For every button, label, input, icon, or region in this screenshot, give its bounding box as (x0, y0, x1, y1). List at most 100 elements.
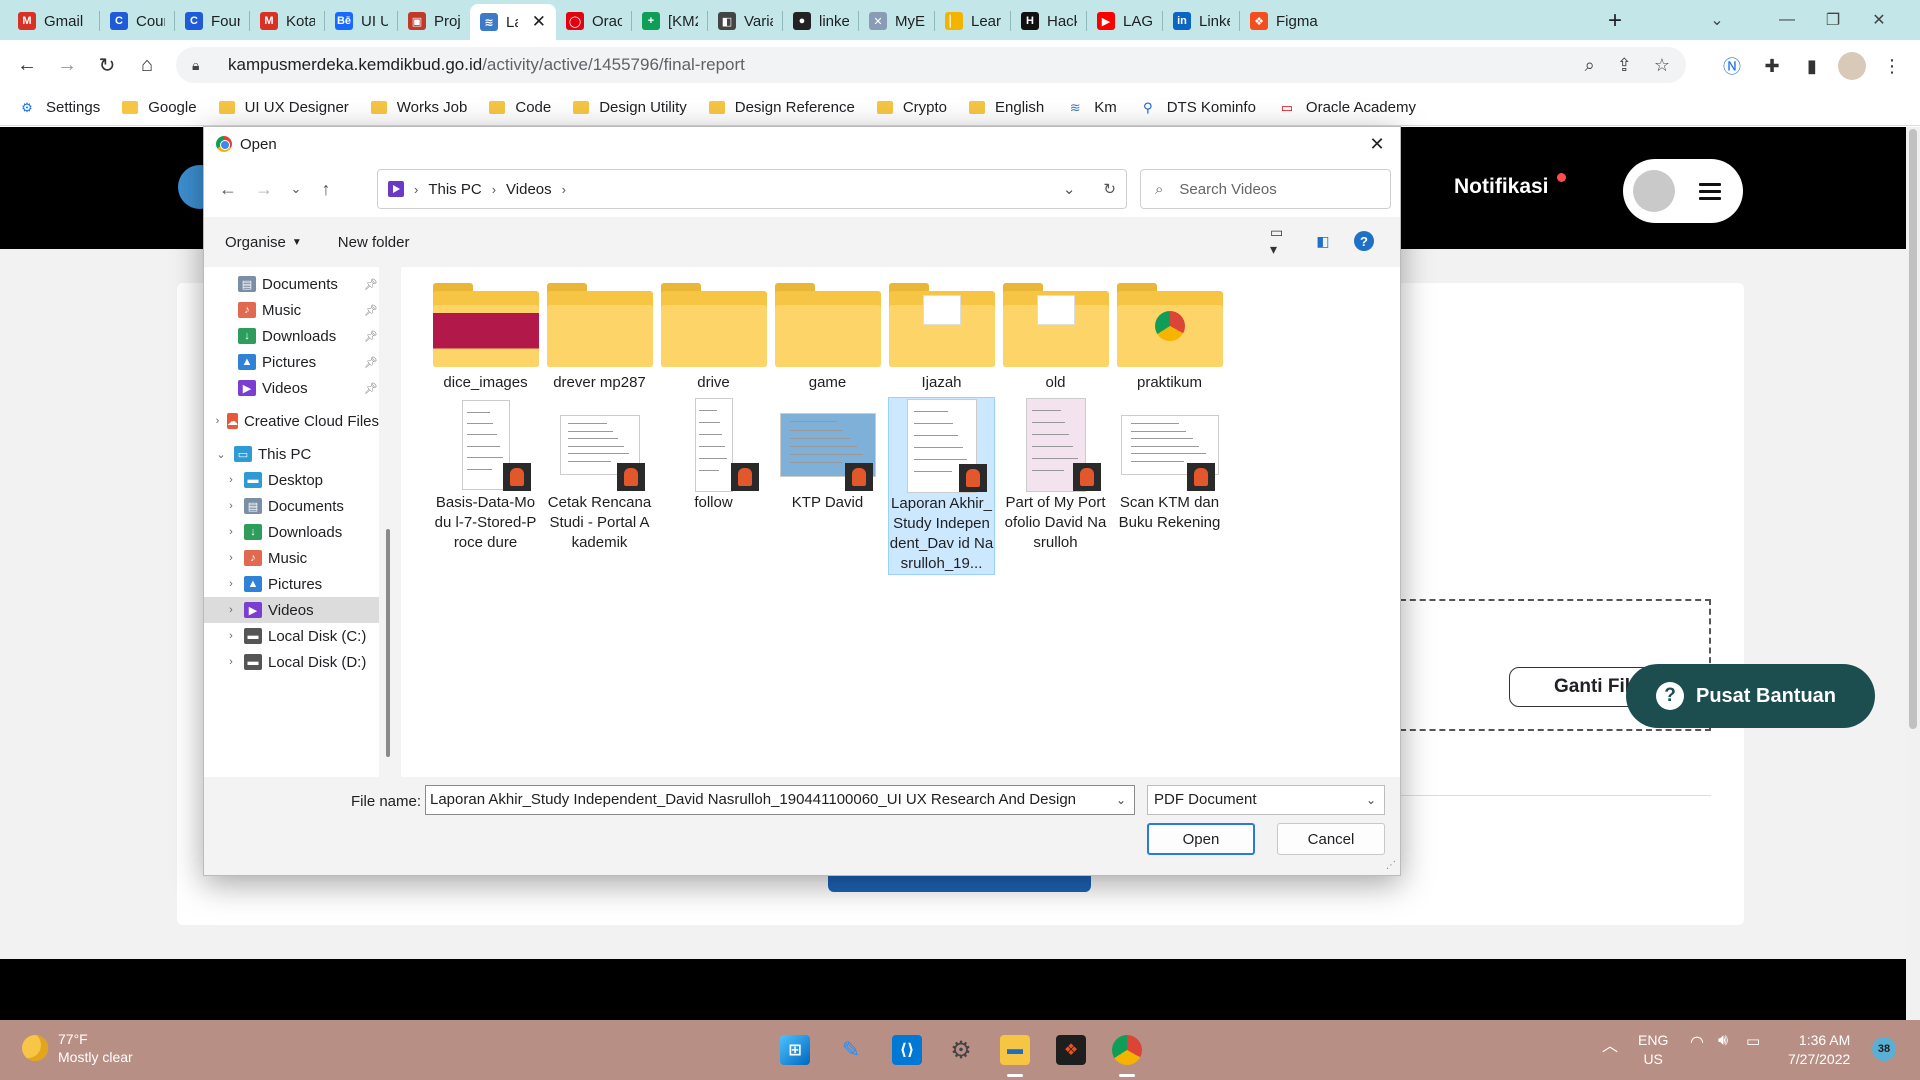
browser-tab[interactable]: M Gmail (8, 6, 100, 36)
vscode-icon[interactable]: ⟨⟩ (892, 1035, 922, 1065)
chevron-right-icon[interactable]: › (224, 604, 238, 616)
browser-tab[interactable]: H Hacke (1011, 6, 1087, 36)
browser-tab[interactable]: C Cours (100, 6, 175, 36)
hamburger-menu-icon[interactable] (1699, 183, 1721, 204)
nav-item-pictures[interactable]: › ▲ Pictures (204, 571, 379, 597)
location-breadcrumb[interactable]: › This PC › Videos › ⌄ ↻ (377, 169, 1127, 209)
nav-item-videos[interactable]: › ▶ Videos (204, 597, 379, 623)
nav-item-local-disk-c[interactable]: › ▬ Local Disk (C:) (204, 623, 379, 649)
folder-item[interactable]: Ijazah (888, 277, 995, 393)
nav-item-local-disk-d[interactable]: › ▬ Local Disk (D:) (204, 649, 379, 675)
share-icon[interactable]: ⇪ (1617, 55, 1632, 76)
nav-item-music[interactable]: ♪ Music 📌︎ (204, 297, 379, 323)
nav-item-documents[interactable]: › ▤ Documents (204, 493, 379, 519)
close-tab-icon[interactable]: ✕ (532, 12, 546, 32)
chevron-right-icon[interactable]: › (224, 578, 238, 590)
bookmark-works-job[interactable]: Works Job (370, 99, 467, 116)
puzzle-icon[interactable]: ✚ (1758, 52, 1786, 80)
side-panel-icon[interactable]: ▮ (1798, 52, 1826, 80)
bookmark-english[interactable]: English (969, 99, 1044, 116)
pdf-file-item[interactable]: KTP David (774, 397, 881, 513)
browser-tab[interactable]: ● linked (783, 6, 859, 36)
browser-tab[interactable]: ▶ LAGU (1087, 6, 1163, 36)
wifi-icon[interactable]: ◠ (1690, 1032, 1704, 1052)
battery-icon[interactable]: ▭ (1746, 1032, 1760, 1050)
new-folder-button[interactable]: New folder (338, 234, 410, 251)
nav-item-downloads[interactable]: ↓ Downloads 📌︎ (204, 323, 379, 349)
help-icon[interactable]: ? (1354, 231, 1374, 251)
weather-widget[interactable]: 77°F Mostly clear (22, 1030, 133, 1066)
recent-locations-icon[interactable]: ⌄ (282, 175, 310, 203)
browser-tab[interactable]: ❖ Figma (1240, 6, 1332, 36)
nav-item-music[interactable]: › ♪ Music (204, 545, 379, 571)
forward-arrow-icon[interactable]: → (250, 175, 278, 203)
browser-tab[interactable]: in Linked (1163, 6, 1240, 36)
view-mode-icon[interactable]: ▭ ▾ (1270, 224, 1292, 257)
nav-item-documents[interactable]: ▤ Documents 📌︎ (204, 271, 379, 297)
nav-item-videos[interactable]: ▶ Videos 📌︎ (204, 375, 379, 401)
file-explorer-icon[interactable]: ▬ (1000, 1035, 1030, 1065)
up-arrow-icon[interactable]: ↑ (312, 175, 340, 203)
clock[interactable]: 1:36 AM 7/27/2022 (1788, 1031, 1850, 1069)
open-button[interactable]: Open (1147, 823, 1255, 855)
bookmark-code[interactable]: Code (489, 99, 551, 116)
browser-tab[interactable]: Bē UI UX (325, 6, 398, 36)
reload-button[interactable]: ↻ (92, 50, 122, 80)
file-type-select[interactable]: PDF Document ⌄ (1147, 785, 1385, 815)
file-name-input[interactable]: Laporan Akhir_Study Independent_David Na… (425, 785, 1135, 815)
dialog-close-button[interactable]: ✕ (1362, 129, 1392, 159)
chevron-down-icon[interactable]: ⌄ (1063, 180, 1076, 198)
chevron-right-icon[interactable]: › (224, 630, 238, 642)
app-pen-icon[interactable]: ✎ (836, 1035, 866, 1065)
bookmark-settings[interactable]: ⚙ Settings (18, 99, 100, 117)
nav-item-pictures[interactable]: ▲ Pictures 📌︎ (204, 349, 379, 375)
close-window-button[interactable]: ✕ (1856, 0, 1902, 40)
browser-tab[interactable]: C Found (175, 6, 250, 36)
pdf-file-item[interactable]: Cetak Rencana Studi - Portal Akademik (546, 397, 653, 553)
language-indicator[interactable]: ENG US (1638, 1031, 1668, 1069)
folder-item[interactable]: game (774, 277, 881, 393)
navigation-scrollbar[interactable] (384, 267, 392, 777)
pdf-file-item[interactable]: Laporan Akhir_Study Independent_Dav id N… (888, 397, 995, 575)
chevron-right-icon[interactable]: › (224, 500, 238, 512)
forward-button[interactable]: → (52, 50, 82, 80)
breadcrumb-videos[interactable]: Videos (506, 181, 552, 198)
notification-count-badge[interactable]: 38 (1872, 1037, 1896, 1061)
extension-icon[interactable]: Ⓝ (1718, 52, 1746, 80)
pdf-file-item[interactable]: follow (660, 397, 767, 513)
bookmark-oracle-academy[interactable]: ▭ Oracle Academy (1278, 99, 1416, 117)
address-bar[interactable]: 🔒︎ kampusmerdeka.kemdikbud.go.id/activit… (176, 47, 1686, 83)
profile-avatar-icon[interactable] (1838, 52, 1866, 80)
help-center-button[interactable]: ? Pusat Bantuan (1626, 664, 1875, 728)
nav-item-creative-cloud-files[interactable]: › ☁ Creative Cloud Files (204, 408, 379, 434)
folder-item[interactable]: drever mp287 (546, 277, 653, 393)
folder-item[interactable]: praktikum (1116, 277, 1223, 393)
chevron-down-icon[interactable]: ⌄ (214, 448, 228, 461)
nav-item-desktop[interactable]: › ▬ Desktop (204, 467, 379, 493)
bookmark-km[interactable]: ≋ Km (1066, 99, 1117, 117)
browser-tab[interactable]: ◧ Varian (708, 6, 783, 36)
volume-icon[interactable]: 🔊︎ (1718, 1032, 1728, 1050)
nav-item-this-pc[interactable]: ⌄ ▭ This PC (204, 441, 379, 467)
browser-tab[interactable]: M Kotak (250, 6, 325, 36)
chevron-right-icon[interactable]: › (224, 656, 238, 668)
bookmark-design-utility[interactable]: Design Utility (573, 99, 687, 116)
tab-search-icon[interactable]: ⌄ (1694, 0, 1740, 40)
profile-menu[interactable] (1623, 159, 1743, 223)
bookmark-dts-kominfo[interactable]: ⚲ DTS Kominfo (1139, 99, 1256, 117)
more-menu-icon[interactable]: ⋮ (1878, 52, 1906, 80)
pdf-file-item[interactable]: Part of My Portofolio David Nasrulloh (1002, 397, 1109, 553)
figma-icon[interactable]: ❖ (1056, 1035, 1086, 1065)
bookmark-design-reference[interactable]: Design Reference (708, 99, 855, 116)
browser-tab[interactable]: ≋ La ✕ (470, 4, 556, 40)
pdf-file-item[interactable]: Basis-Data-Modu l-7-Stored-Proce dure (432, 397, 539, 553)
browser-tab[interactable]: ▣ Projec (398, 6, 470, 36)
chevron-right-icon[interactable]: › (224, 552, 238, 564)
chevron-right-icon[interactable]: › (224, 526, 238, 538)
zoom-icon[interactable]: ⌕ (1585, 55, 1595, 76)
back-button[interactable]: ← (12, 50, 42, 80)
breadcrumb-this-pc[interactable]: This PC (428, 181, 481, 198)
browser-tab[interactable]: ✕ MyEdu (859, 6, 935, 36)
nav-item-downloads[interactable]: › ↓ Downloads (204, 519, 379, 545)
back-arrow-icon[interactable]: ← (214, 175, 242, 203)
